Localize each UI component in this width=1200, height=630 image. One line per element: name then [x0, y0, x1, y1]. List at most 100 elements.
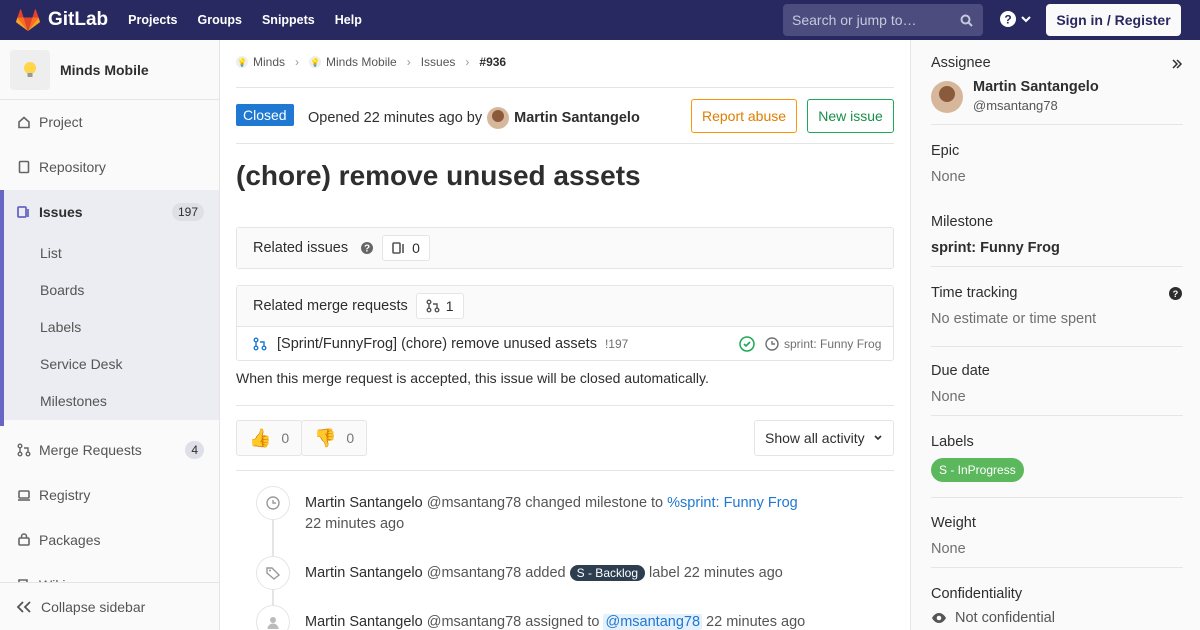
timeline-event: Martin Santangelo @msantang78 assigned t… [305, 614, 805, 630]
weight-block[interactable]: Weight None [931, 515, 1183, 557]
svg-text:?: ? [364, 244, 370, 255]
tag-icon [256, 556, 290, 590]
due-date-value: None [931, 389, 966, 405]
nav-projects[interactable]: Projects [128, 13, 177, 27]
event-handle[interactable]: @msantang78 [427, 495, 522, 511]
sidebar-item-merge-requests[interactable]: Merge Requests 4 [0, 428, 219, 472]
divider [236, 470, 894, 471]
event-author[interactable]: Martin Santangelo [305, 495, 423, 511]
merge-request-open-icon [253, 337, 267, 350]
event-author[interactable]: Martin Santangelo [305, 565, 423, 581]
inprogress-label[interactable]: S - InProgress [931, 458, 1024, 482]
event-handle[interactable]: @msantang78 [427, 614, 522, 630]
backlog-label[interactable]: S - Backlog [569, 565, 645, 581]
submenu-list[interactable]: List [40, 245, 62, 261]
confidentiality-block[interactable]: Confidentiality Not confidential [931, 586, 1183, 626]
milestone-block[interactable]: Milestone sprint: Funny Frog [931, 214, 1183, 256]
help-dropdown[interactable]: ? [1000, 11, 1031, 27]
related-issues-label: Related issues [253, 240, 349, 256]
sidebar-item-project[interactable]: Project [0, 100, 219, 144]
nav-groups[interactable]: Groups [198, 13, 242, 27]
breadcrumb-issue-id[interactable]: #936 [479, 55, 506, 69]
activity-filter-dropdown[interactable]: Show all activity [754, 420, 894, 456]
assignee-title: Assignee [931, 55, 991, 71]
milestone-title: Milestone [931, 214, 994, 230]
epic-title: Epic [931, 143, 960, 159]
assignee-mention[interactable]: @msantang78 [603, 614, 703, 630]
related-mr-item[interactable]: [Sprint/FunnyFrog] (chore) remove unused… [237, 326, 893, 360]
divider [931, 124, 1183, 125]
assignee-name[interactable]: Martin Santangelo [973, 79, 1099, 95]
breadcrumb: 💡 Minds › 💡 Minds Mobile › Issues › #936 [236, 55, 506, 69]
event-time: 22 minutes ago [305, 516, 405, 532]
pipeline-passed-icon[interactable] [739, 336, 755, 352]
question-icon[interactable]: ? [1169, 287, 1182, 300]
divider [931, 497, 1183, 498]
event-action: assigned to [525, 614, 600, 630]
search-icon [960, 14, 973, 27]
clock-icon [256, 486, 290, 520]
signin-button[interactable]: Sign in / Register [1046, 4, 1181, 36]
issue-right-sidebar: Assignee Martin Santangelo @msantang78 E… [910, 40, 1200, 630]
sidebar-item-registry[interactable]: Registry [0, 473, 219, 517]
event-action: changed milestone to [525, 495, 664, 511]
event-handle[interactable]: @msantang78 [427, 565, 522, 581]
chevron-down-icon [874, 435, 882, 441]
submenu-boards[interactable]: Boards [40, 282, 84, 298]
collapse-right-sidebar-icon[interactable] [1171, 58, 1183, 70]
thumbsup-award-button[interactable]: 👍 0 [236, 420, 303, 456]
lightbulb-icon [24, 61, 36, 77]
issue-title: (chore) remove unused assets [236, 160, 641, 191]
related-issues-count-value: 0 [412, 240, 420, 256]
sidebar-project-header[interactable]: Minds Mobile [0, 40, 219, 100]
breadcrumb-issues[interactable]: Issues [421, 55, 456, 69]
author-avatar[interactable] [487, 107, 510, 129]
confidentiality-row: Not confidential [931, 610, 1183, 626]
related-mr-title[interactable]: [Sprint/FunnyFrog] (chore) remove unused… [277, 336, 597, 352]
confidentiality-title: Confidentiality [931, 586, 1023, 602]
active-section-indicator [0, 190, 4, 426]
sidebar-item-packages[interactable]: Packages [0, 518, 219, 562]
gitlab-logo-link[interactable]: GitLab [16, 9, 108, 31]
home-icon [16, 114, 32, 130]
submenu-service-desk[interactable]: Service Desk [40, 356, 122, 372]
related-mrs-count-value: 1 [445, 298, 454, 314]
event-author[interactable]: Martin Santangelo [305, 614, 423, 630]
breadcrumb-minds-mobile[interactable]: Minds Mobile [326, 55, 397, 69]
new-issue-button[interactable]: New issue [807, 99, 894, 133]
search-input[interactable]: Search or jump to… [783, 4, 983, 36]
merge-request-icon [16, 442, 32, 458]
breadcrumb-minds[interactable]: Minds [253, 55, 285, 69]
question-icon[interactable]: ? [360, 241, 374, 255]
main-content: 💡 Minds › 💡 Minds Mobile › Issues › #936… [220, 40, 910, 630]
nav-links: Projects Groups Snippets Help [128, 13, 382, 27]
event-action: added [525, 565, 566, 581]
sidebar-item-repository[interactable]: Repository [0, 145, 219, 189]
due-date-block[interactable]: Due date None [931, 363, 1183, 405]
svg-text:?: ? [1173, 289, 1179, 299]
labels-block[interactable]: Labels S - InProgress [931, 434, 1183, 482]
collapse-sidebar-button[interactable]: Collapse sidebar [0, 582, 219, 630]
epic-value: None [931, 169, 966, 185]
nav-help[interactable]: Help [335, 13, 362, 27]
submenu-labels[interactable]: Labels [40, 319, 81, 335]
epic-block[interactable]: Epic None [931, 143, 1183, 185]
author-link[interactable]: Martin Santangelo [514, 110, 640, 126]
milestone-value[interactable]: sprint: Funny Frog [931, 240, 1183, 256]
submenu-milestones[interactable]: Milestones [40, 393, 107, 409]
thumbsdown-award-button[interactable]: 👎 0 [301, 420, 368, 456]
nav-snippets[interactable]: Snippets [262, 13, 315, 27]
report-abuse-button[interactable]: Report abuse [691, 99, 797, 133]
related-mr-milestone: sprint: Funny Frog [784, 337, 882, 351]
time-tracking-title: Time tracking [931, 285, 1018, 301]
sidebar-item-label: Registry [39, 487, 91, 503]
event-time: 22 minutes ago [706, 614, 806, 630]
event-time: 22 minutes ago [683, 565, 783, 581]
milestone-link[interactable]: %sprint: Funny Frog [667, 495, 798, 511]
related-mrs-label: Related merge requests [253, 298, 408, 314]
sidebar-item-issues[interactable]: Issues 197 [0, 190, 219, 234]
thumbsup-count: 0 [281, 430, 290, 446]
related-issues-count: 0 [382, 235, 430, 261]
assignee-handle: @msantang78 [973, 98, 1058, 113]
assignee-avatar[interactable] [931, 81, 963, 113]
